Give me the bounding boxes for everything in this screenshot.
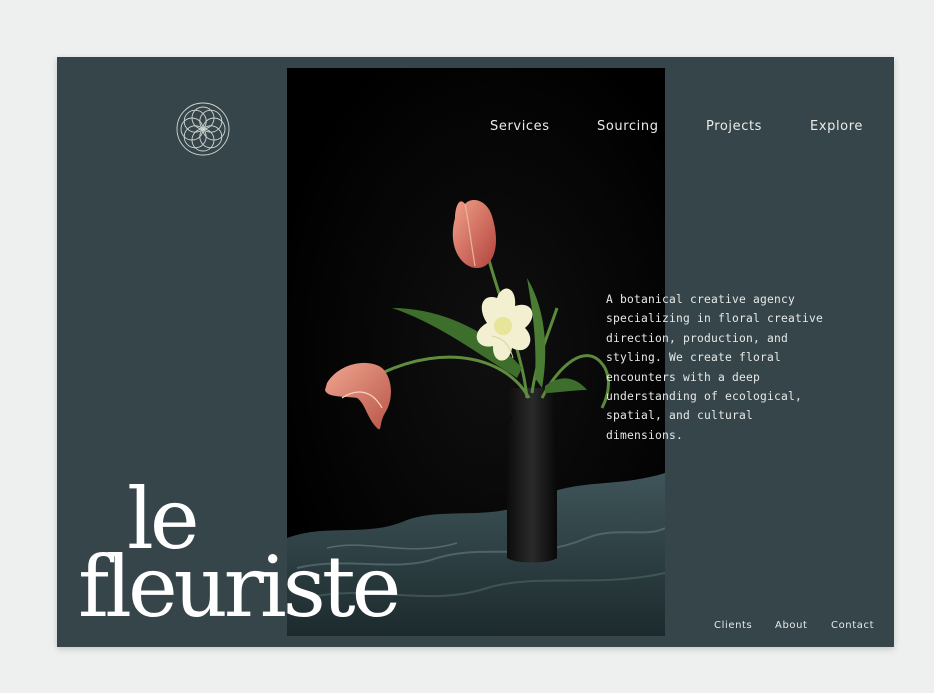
website-canvas: Services Sourcing Projects Explore A bot…: [57, 57, 894, 647]
nav-projects[interactable]: Projects: [706, 119, 762, 134]
nav-services[interactable]: Services: [490, 119, 550, 134]
footer-link-clients[interactable]: Clients: [714, 620, 752, 631]
nav-explore[interactable]: Explore: [810, 119, 863, 134]
nav-sourcing[interactable]: Sourcing: [597, 119, 659, 134]
footer-link-about[interactable]: About: [775, 620, 808, 631]
wordmark-fleuriste: fleuriste: [78, 538, 401, 636]
footer-link-contact[interactable]: Contact: [831, 620, 874, 631]
rosette-logo-icon[interactable]: [176, 102, 230, 156]
agency-description: A botanical creative agency specializing…: [606, 293, 824, 442]
vase: [507, 388, 557, 563]
screenshot-frame: Services Sourcing Projects Explore A bot…: [0, 0, 934, 693]
